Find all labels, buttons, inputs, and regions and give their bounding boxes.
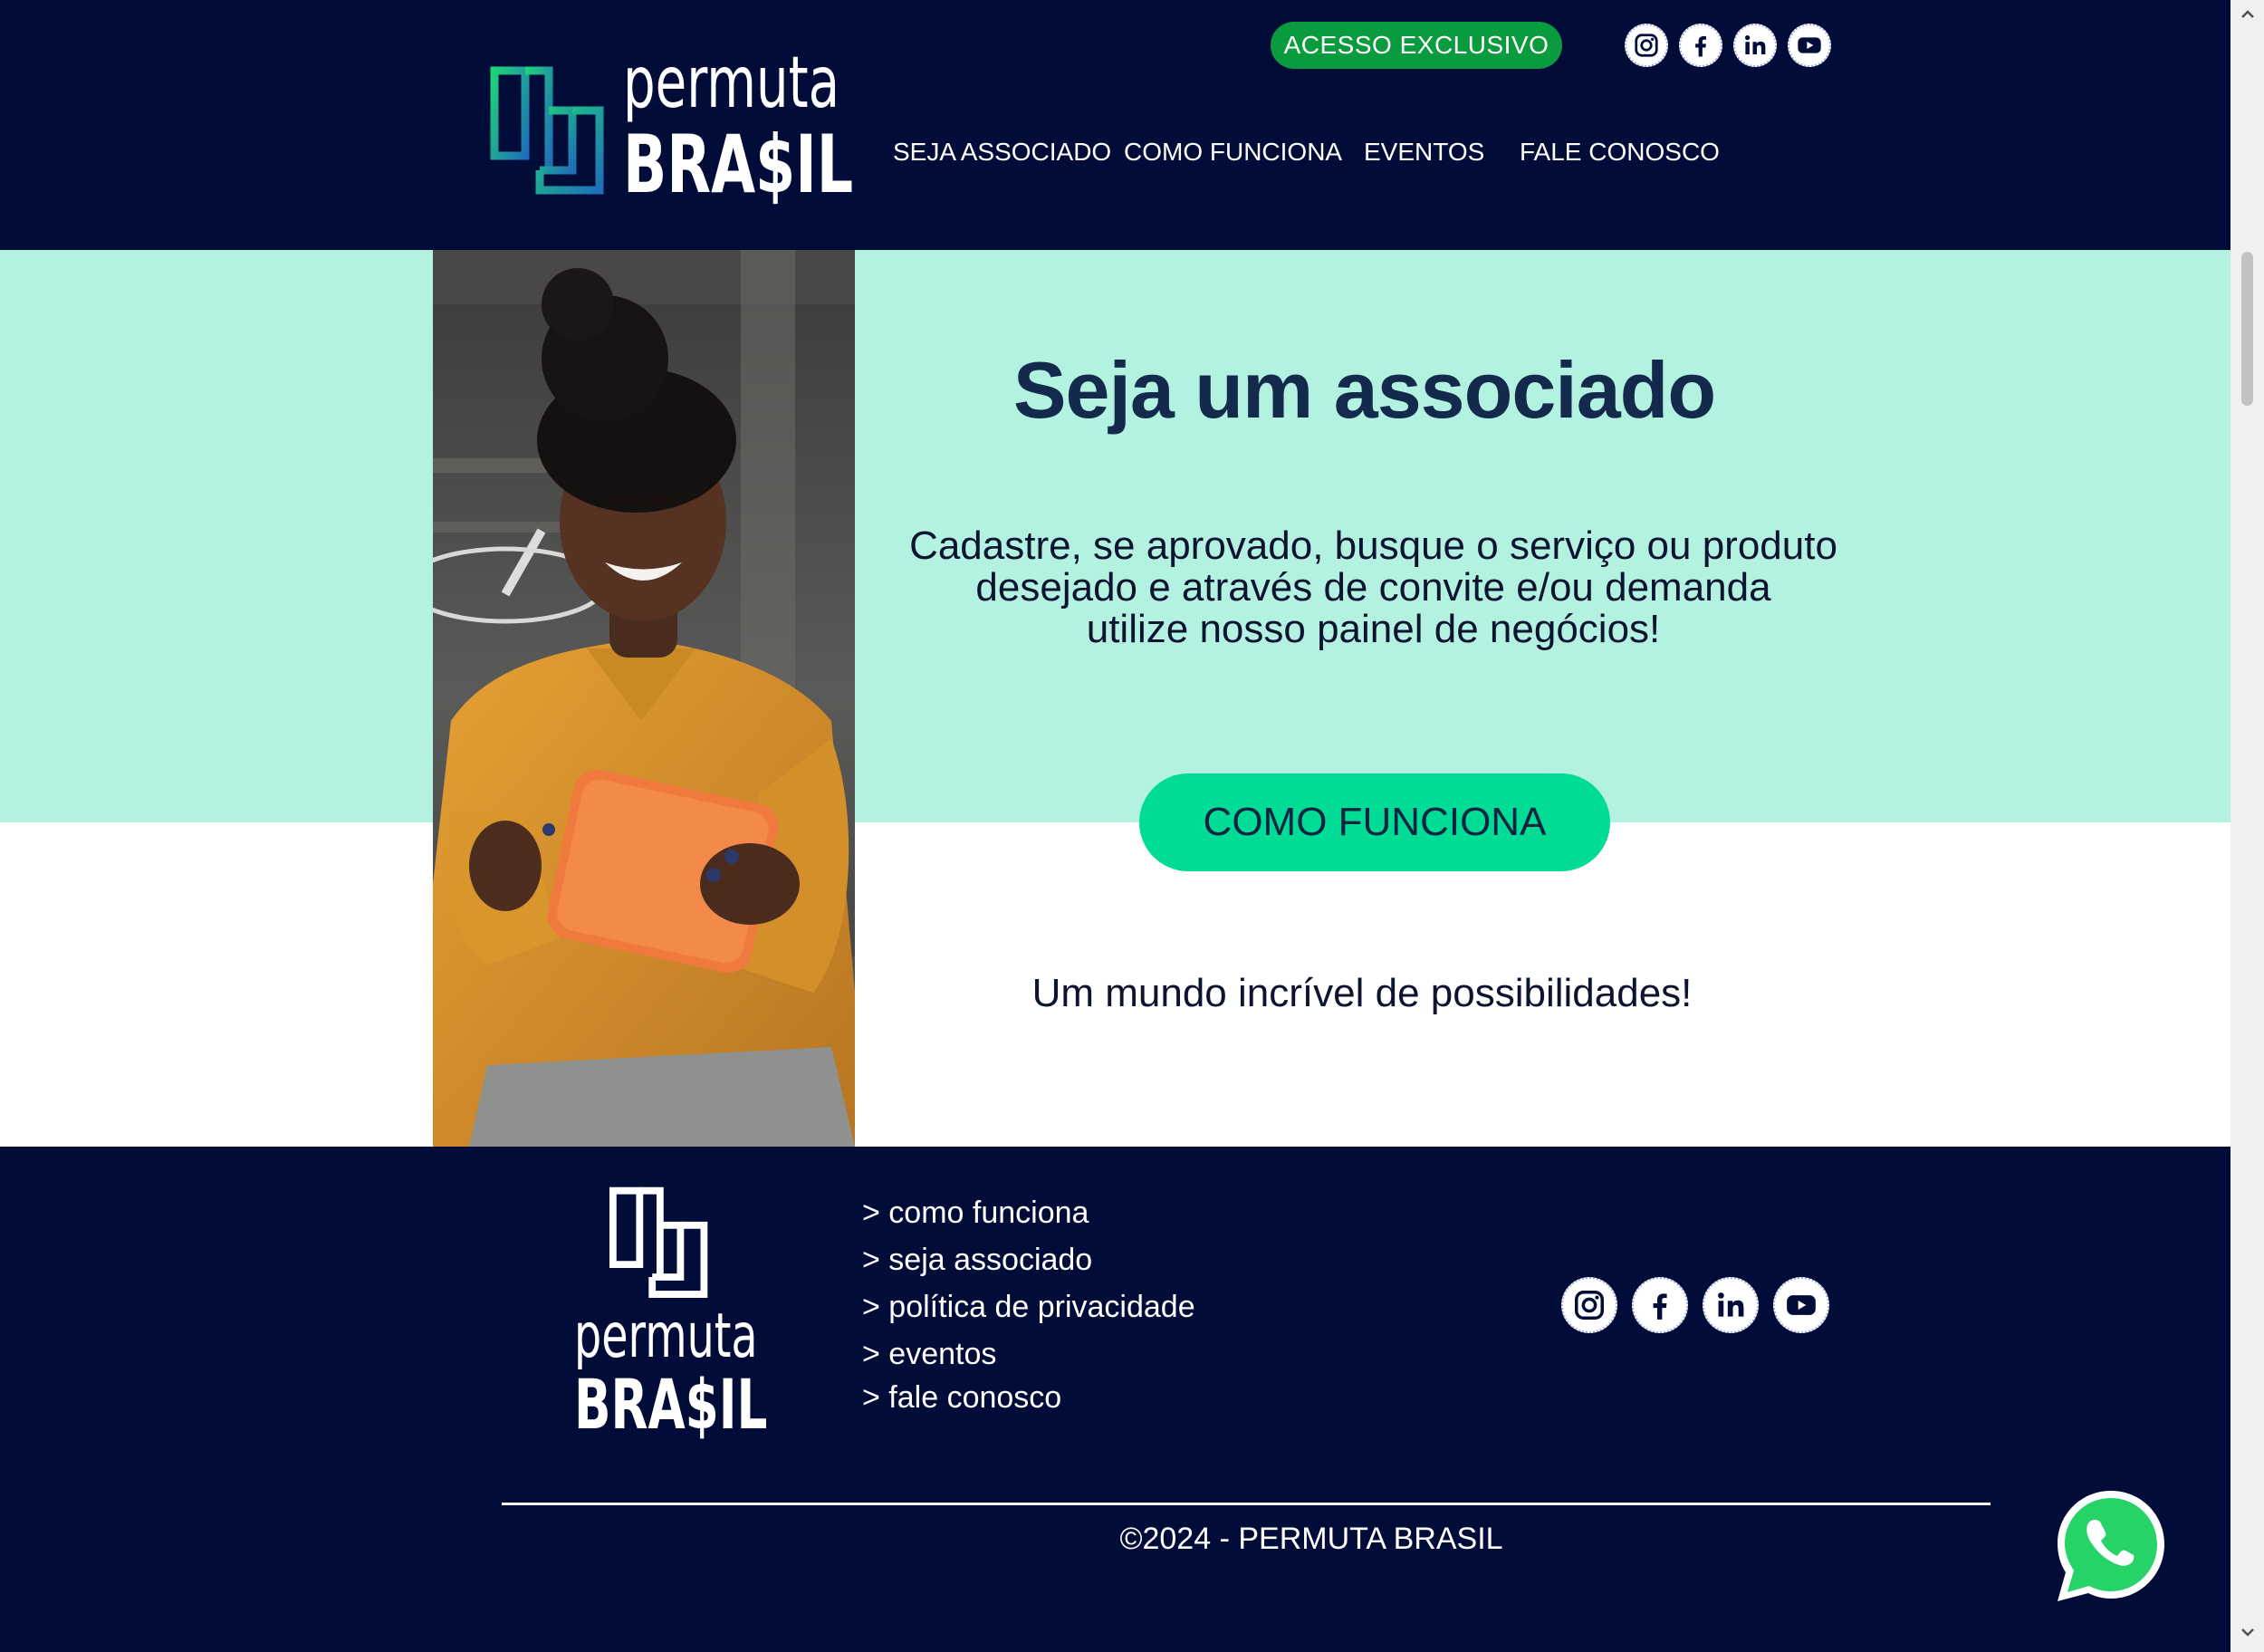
instagram-icon[interactable] [1561,1277,1617,1333]
nav-eventos[interactable]: EVENTOS [1364,138,1484,167]
hero-title: Seja um associado [1012,345,1716,435]
linkedin-icon[interactable] [1733,24,1777,67]
hero-tagline: Um mundo incrível de possibilidades! [1031,971,1693,1015]
footer-link-privacidade[interactable]: > política de privacidade [862,1290,1195,1325]
exclusive-access-button[interactable]: ACESSO EXCLUSIVO [1271,22,1562,69]
site-footer [0,1147,2230,1652]
footer-link-fale-conosco[interactable]: > fale conosco [862,1380,1061,1416]
hero-photo [433,250,855,1147]
scroll-up-icon[interactable] [2237,4,2259,25]
instagram-icon[interactable] [1625,24,1668,67]
facebook-icon[interactable] [1632,1277,1688,1333]
footer-logo-text-permuta: permuta [574,1301,758,1372]
footer-link-eventos[interactable]: > eventos [862,1337,996,1372]
header-logo[interactable]: permuta BRA$IL [489,40,853,210]
hero-description-line: desejado e através de convite e/ou deman… [975,565,1771,610]
nav-fale-conosco[interactable]: FALE CONOSCO [1520,138,1720,167]
como-funciona-button[interactable]: COMO FUNCIONA [1139,773,1610,871]
hero-description-line: utilize nosso painel de negócios! [1086,607,1661,651]
footer-divider [502,1503,1991,1505]
nav-como-funciona[interactable]: COMO FUNCIONA [1124,138,1342,167]
footer-link-como-funciona[interactable]: > como funciona [862,1196,1089,1231]
page: permuta BRA$IL ACESSO EXCLUSIVO SEJA ASS… [0,0,2230,1652]
footer-social-links [1561,1277,1829,1333]
nav-seja-associado[interactable]: SEJA ASSOCIADO [893,138,1111,167]
whatsapp-icon[interactable] [2052,1485,2170,1607]
site-header: permuta BRA$IL ACESSO EXCLUSIVO SEJA ASS… [0,0,2230,250]
hero-description-line: Cadastre, se aprovado, busque o serviço … [909,523,1837,568]
footer-link-seja-associado[interactable]: > seja associado [862,1243,1092,1278]
logo-text-permuta: permuta [623,43,840,124]
hero-description: Cadastre, se aprovado, busque o serviço … [855,525,1892,650]
copyright: ©2024 - PERMUTA BRASIL [1119,1522,1503,1556]
header-social-links [1625,24,1831,67]
footer-logo-mark-icon [609,1186,708,1298]
youtube-icon[interactable] [1773,1277,1829,1333]
youtube-icon[interactable] [1788,24,1831,67]
scrollbar-thumb[interactable] [2241,252,2253,406]
main-nav: SEJA ASSOCIADO COMO FUNCIONA EVENTOS FAL… [0,138,2230,174]
footer-logo[interactable]: permuta BRA$IL [571,1183,767,1455]
scroll-down-icon[interactable] [2237,1621,2259,1643]
facebook-icon[interactable] [1679,24,1722,67]
footer-logo-text-brasil: BRA$IL [574,1364,768,1445]
logo-mark-icon [490,66,604,195]
page-scrollbar[interactable] [2230,0,2264,1652]
linkedin-icon[interactable] [1703,1277,1759,1333]
